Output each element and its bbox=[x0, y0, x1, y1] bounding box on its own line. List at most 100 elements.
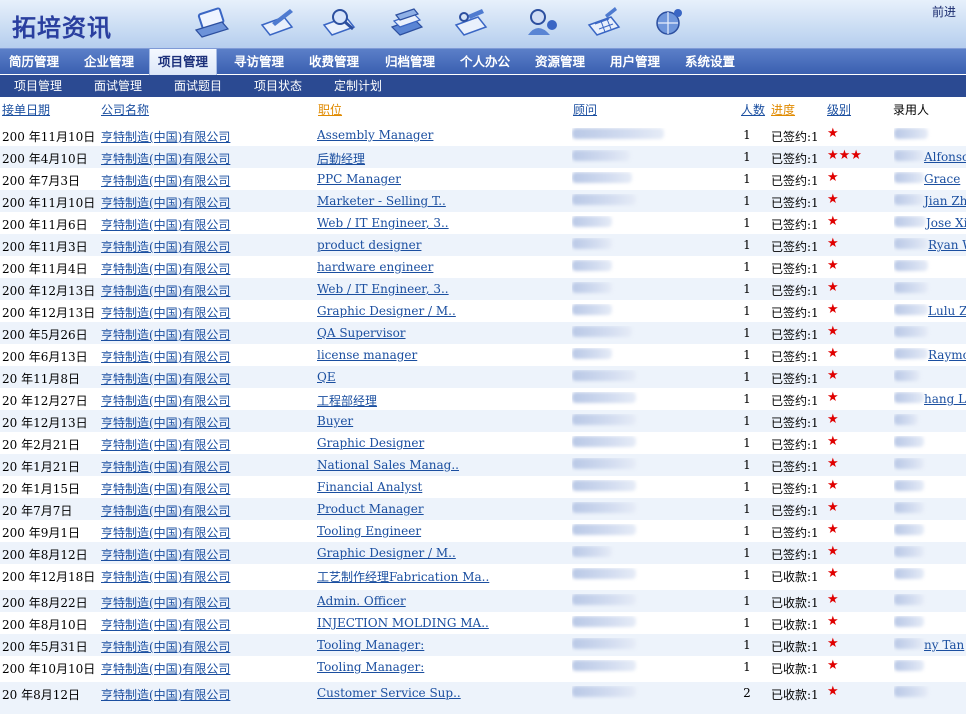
recruiter-cell[interactable] bbox=[894, 616, 966, 630]
recruiter-cell[interactable] bbox=[894, 524, 966, 538]
recruiter-cell[interactable] bbox=[894, 660, 966, 674]
recruiter-cell[interactable]: Alfonso bbox=[894, 150, 966, 164]
company-link[interactable]: 亨特制造(中国)有限公司 bbox=[101, 282, 311, 299]
tab-search[interactable]: 寻访管理 bbox=[234, 49, 284, 75]
forward-link[interactable]: 前进 bbox=[932, 3, 956, 20]
position-link[interactable]: Buyer bbox=[317, 414, 537, 428]
position-link[interactable]: license manager bbox=[317, 348, 537, 362]
globe-person-icon[interactable] bbox=[650, 5, 690, 39]
books-icon[interactable] bbox=[388, 5, 428, 39]
position-link[interactable]: 工艺制作经理Fabrication Ma.. bbox=[317, 568, 537, 585]
recruiter-name[interactable]: Grace bbox=[924, 172, 960, 186]
recruiter-cell[interactable]: Jose Xi bbox=[894, 216, 966, 230]
subtab-project-status[interactable]: 项目状态 bbox=[254, 75, 302, 97]
recruiter-cell[interactable] bbox=[894, 128, 966, 142]
recruiter-name[interactable]: Jian Zh bbox=[924, 194, 966, 208]
position-link[interactable]: 工程部经理 bbox=[317, 392, 537, 409]
tab-archive[interactable]: 归档管理 bbox=[385, 49, 435, 75]
recruiter-cell[interactable] bbox=[894, 458, 966, 472]
tab-settings[interactable]: 系统设置 bbox=[685, 49, 735, 75]
position-link[interactable]: hardware engineer bbox=[317, 260, 537, 274]
recruiter-name[interactable]: Ryan W bbox=[928, 238, 966, 252]
recruiter-cell[interactable] bbox=[894, 594, 966, 608]
recruiter-cell[interactable] bbox=[894, 686, 966, 700]
recruiter-cell[interactable] bbox=[894, 502, 966, 516]
position-link[interactable]: Graphic Designer / M.. bbox=[317, 546, 537, 560]
document-tools-icon[interactable] bbox=[452, 5, 492, 39]
recruiter-name[interactable]: Alfonso bbox=[924, 150, 966, 164]
tab-billing[interactable]: 收费管理 bbox=[309, 49, 359, 75]
recruiter-cell[interactable] bbox=[894, 414, 966, 428]
position-link[interactable]: PPC Manager bbox=[317, 172, 537, 186]
company-link[interactable]: 亨特制造(中国)有限公司 bbox=[101, 638, 311, 655]
col-consultant-header[interactable]: 顾问 bbox=[573, 101, 597, 118]
tab-resources[interactable]: 资源管理 bbox=[535, 49, 585, 75]
company-link[interactable]: 亨特制造(中国)有限公司 bbox=[101, 458, 311, 475]
company-link[interactable]: 亨特制造(中国)有限公司 bbox=[101, 414, 311, 431]
laptop-icon[interactable] bbox=[192, 5, 232, 39]
col-date-header[interactable]: 接单日期 bbox=[2, 101, 50, 118]
company-link[interactable]: 亨特制造(中国)有限公司 bbox=[101, 616, 311, 633]
tab-personal-office[interactable]: 个人办公 bbox=[460, 49, 510, 75]
col-progress-header[interactable]: 进度 bbox=[771, 101, 795, 118]
tab-project[interactable]: 项目管理 bbox=[149, 49, 218, 76]
recruiter-name[interactable]: hang Li bbox=[924, 392, 966, 406]
col-level-header[interactable]: 级别 bbox=[827, 101, 851, 118]
position-link[interactable]: Tooling Manager: bbox=[317, 638, 537, 652]
subtab-interview-questions[interactable]: 面试题目 bbox=[174, 75, 222, 97]
position-link[interactable]: QA Supervisor bbox=[317, 326, 537, 340]
recruiter-name[interactable]: ny Tan bbox=[924, 638, 964, 652]
position-link[interactable]: Marketer - Selling T.. bbox=[317, 194, 537, 208]
recruiter-cell[interactable]: Jian Zh bbox=[894, 194, 966, 208]
company-link[interactable]: 亨特制造(中国)有限公司 bbox=[101, 150, 311, 167]
company-link[interactable]: 亨特制造(中国)有限公司 bbox=[101, 172, 311, 189]
position-link[interactable]: INJECTION MOLDING MA.. bbox=[317, 616, 537, 630]
recruiter-cell[interactable]: ny Tan bbox=[894, 638, 966, 652]
recruiter-cell[interactable]: Raymo bbox=[894, 348, 966, 362]
company-link[interactable]: 亨特制造(中国)有限公司 bbox=[101, 660, 311, 677]
company-link[interactable]: 亨特制造(中国)有限公司 bbox=[101, 686, 311, 703]
company-link[interactable]: 亨特制造(中国)有限公司 bbox=[101, 326, 311, 343]
position-link[interactable]: Admin. Officer bbox=[317, 594, 537, 608]
position-link[interactable]: Assembly Manager bbox=[317, 128, 537, 142]
company-link[interactable]: 亨特制造(中国)有限公司 bbox=[101, 594, 311, 611]
recruiter-name[interactable]: Jose Xi bbox=[926, 216, 966, 230]
company-link[interactable]: 亨特制造(中国)有限公司 bbox=[101, 194, 311, 211]
subtab-interview-management[interactable]: 面试管理 bbox=[94, 75, 142, 97]
recruiter-cell[interactable]: Ryan W bbox=[894, 238, 966, 252]
position-link[interactable]: Tooling Engineer bbox=[317, 524, 537, 538]
subtab-project-management[interactable]: 项目管理 bbox=[14, 75, 62, 97]
position-link[interactable]: National Sales Manag.. bbox=[317, 458, 537, 472]
company-link[interactable]: 亨特制造(中国)有限公司 bbox=[101, 260, 311, 277]
company-link[interactable]: 亨特制造(中国)有限公司 bbox=[101, 348, 311, 365]
company-link[interactable]: 亨特制造(中国)有限公司 bbox=[101, 546, 311, 563]
company-link[interactable]: 亨特制造(中国)有限公司 bbox=[101, 436, 311, 453]
recruiter-name[interactable]: Raymo bbox=[928, 348, 966, 362]
recruiter-name[interactable]: Lulu Zh bbox=[928, 304, 966, 318]
position-link[interactable]: Web / IT Engineer, 3.. bbox=[317, 282, 537, 296]
recruiter-cell[interactable] bbox=[894, 480, 966, 494]
recruiter-cell[interactable] bbox=[894, 546, 966, 560]
tab-resume[interactable]: 简历管理 bbox=[9, 49, 59, 75]
pen-document-icon[interactable] bbox=[258, 5, 298, 39]
position-link[interactable]: QE bbox=[317, 370, 537, 384]
position-link[interactable]: 后勤经理 bbox=[317, 150, 537, 167]
recruiter-cell[interactable] bbox=[894, 370, 966, 384]
company-link[interactable]: 亨特制造(中国)有限公司 bbox=[101, 238, 311, 255]
col-company-header[interactable]: 公司名称 bbox=[101, 101, 149, 118]
subtab-custom-plan[interactable]: 定制计划 bbox=[334, 75, 382, 97]
calendar-icon[interactable] bbox=[585, 5, 625, 39]
company-link[interactable]: 亨特制造(中国)有限公司 bbox=[101, 502, 311, 519]
position-link[interactable]: Product Manager bbox=[317, 502, 537, 516]
recruiter-cell[interactable] bbox=[894, 282, 966, 296]
tab-users[interactable]: 用户管理 bbox=[610, 49, 660, 75]
recruiter-cell[interactable] bbox=[894, 568, 966, 582]
company-link[interactable]: 亨特制造(中国)有限公司 bbox=[101, 128, 311, 145]
position-link[interactable]: product designer bbox=[317, 238, 537, 252]
position-link[interactable]: Tooling Manager: bbox=[317, 660, 537, 674]
position-link[interactable]: Web / IT Engineer, 3.. bbox=[317, 216, 537, 230]
company-link[interactable]: 亨特制造(中国)有限公司 bbox=[101, 392, 311, 409]
position-link[interactable]: Customer Service Sup.. bbox=[317, 686, 537, 700]
company-link[interactable]: 亨特制造(中国)有限公司 bbox=[101, 568, 311, 585]
company-link[interactable]: 亨特制造(中国)有限公司 bbox=[101, 216, 311, 233]
